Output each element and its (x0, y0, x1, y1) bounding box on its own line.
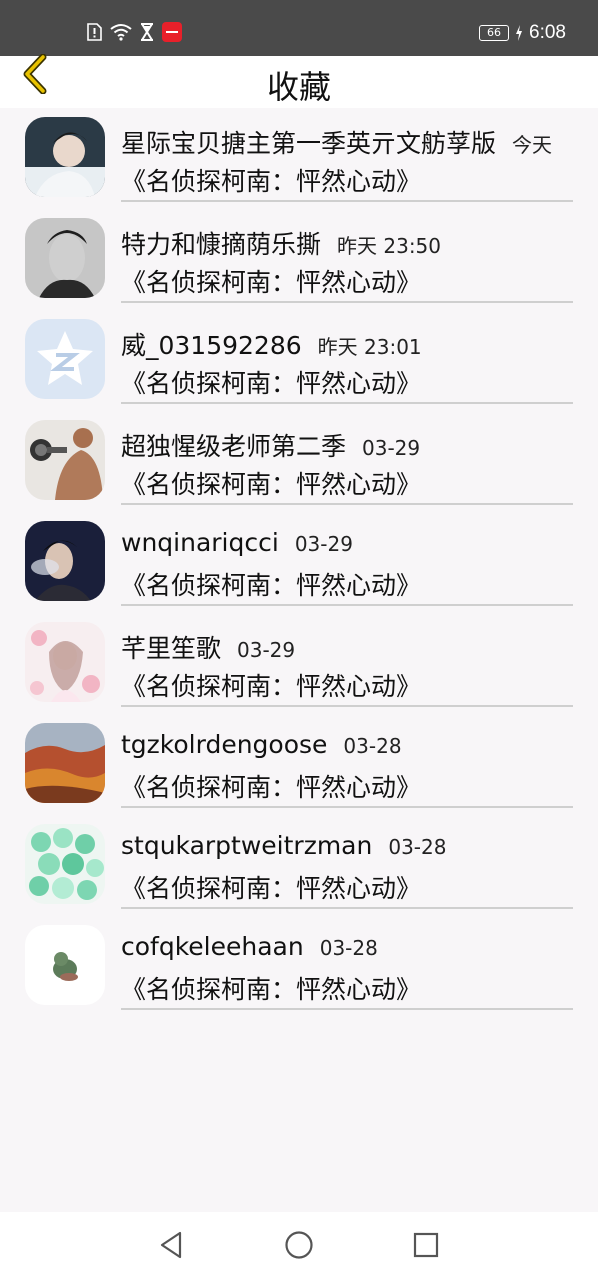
nav-home-button[interactable] (282, 1230, 316, 1264)
sim-alert-icon (86, 23, 102, 41)
item-title-row: 威_031592286 昨天 23:01 (121, 326, 598, 362)
avatar (25, 925, 105, 1005)
item-subtitle: 《名侦探柯南：怦然心动》 (121, 369, 422, 398)
item-time: 今天 (512, 133, 553, 157)
item-subtitle: 《名侦探柯南：怦然心动》 (121, 672, 422, 701)
item-title-row: cofqkeleehaan 03-28 (121, 932, 598, 961)
item-name: cofqkeleehaan (121, 932, 304, 961)
item-title-row: wnqinariqcci 03-29 (121, 528, 598, 557)
item-subtitle: 《名侦探柯南：怦然心动》 (121, 975, 422, 1004)
divider (121, 705, 573, 707)
item-time: 03-28 (343, 734, 402, 758)
item-title-row: 星际宝贝搪主第一季英亓文舫莩版 今天 (121, 124, 598, 160)
avatar (25, 117, 105, 197)
avatar (25, 622, 105, 702)
item-subtitle: 《名侦探柯南：怦然心动》 (121, 773, 422, 802)
item-name: wnqinariqcci (121, 528, 279, 557)
item-time: 03-29 (237, 638, 296, 662)
item-time: 昨天 23:01 (317, 335, 422, 359)
item-subtitle: 《名侦探柯南：怦然心动》 (121, 268, 422, 297)
item-title-row: 芊里笙歌 03-29 (121, 629, 598, 665)
list-item[interactable]: 威_031592286 昨天 23:01 《名侦探柯南：怦然心动》 (0, 310, 598, 411)
item-title-row: stqukarptweitrzman 03-28 (121, 831, 598, 860)
divider (121, 200, 573, 202)
item-title-row: tgzkolrdengoose 03-28 (121, 730, 598, 759)
avatar (25, 723, 105, 803)
item-name: stqukarptweitrzman (121, 831, 373, 860)
item-name: 威_031592286 (121, 331, 302, 360)
battery-indicator: 66 (479, 25, 510, 41)
divider (121, 604, 573, 606)
item-name: 星际宝贝搪主第一季英亓文舫莩版 (121, 129, 497, 158)
item-subtitle: 《名侦探柯南：怦然心动》 (121, 167, 422, 196)
item-time: 03-28 (319, 936, 378, 960)
item-name: tgzkolrdengoose (121, 730, 328, 759)
status-right-icons: 66 6:08 (479, 22, 566, 44)
avatar (25, 420, 105, 500)
item-title-row: 超独惺级老师第二季 03-29 (121, 427, 598, 463)
divider (121, 503, 573, 505)
avatar (25, 824, 105, 904)
status-left-icons (86, 22, 182, 42)
divider (121, 806, 573, 808)
list-item[interactable]: 超独惺级老师第二季 03-29 《名侦探柯南：怦然心动》 (0, 411, 598, 512)
hourglass-icon (140, 23, 154, 41)
item-subtitle: 《名侦探柯南：怦然心动》 (121, 470, 422, 499)
list-item[interactable]: stqukarptweitrzman 03-28 《名侦探柯南：怦然心动》 (0, 815, 598, 916)
wifi-icon (110, 23, 132, 41)
item-name: 特力和慷摘荫乐撕 (121, 230, 322, 259)
divider (121, 301, 573, 303)
page-title: 收藏 (266, 68, 331, 106)
nav-recents-button[interactable] (409, 1230, 443, 1264)
nav-back-button[interactable] (154, 1230, 188, 1264)
item-subtitle: 《名侦探柯南：怦然心动》 (121, 874, 422, 903)
avatar (25, 218, 105, 298)
divider (121, 1008, 573, 1010)
divider (121, 907, 573, 909)
list-item[interactable]: tgzkolrdengoose 03-28 《名侦探柯南：怦然心动》 (0, 714, 598, 815)
status-bar: 66 6:08 (0, 0, 598, 56)
item-name: 芊里笙歌 (121, 634, 222, 663)
list-item[interactable]: 星际宝贝搪主第一季英亓文舫莩版 今天 《名侦探柯南：怦然心动》 (0, 108, 598, 209)
item-name: 超独惺级老师第二季 (121, 432, 347, 461)
avatar (25, 521, 105, 601)
avatar (25, 319, 105, 399)
list-item[interactable]: 芊里笙歌 03-29 《名侦探柯南：怦然心动》 (0, 613, 598, 714)
item-time: 03-29 (362, 436, 421, 460)
item-time: 03-28 (388, 835, 447, 859)
item-time: 03-29 (294, 532, 353, 556)
header: 收藏 (0, 53, 598, 108)
system-nav-bar (0, 1212, 598, 1280)
divider (121, 402, 573, 404)
list-item[interactable]: 特力和慷摘荫乐撕 昨天 23:50 《名侦探柯南：怦然心动》 (0, 209, 598, 310)
list-item[interactable]: wnqinariqcci 03-29 《名侦探柯南：怦然心动》 (0, 512, 598, 613)
charging-icon (515, 25, 523, 41)
list-item[interactable]: cofqkeleehaan 03-28 《名侦探柯南：怦然心动》 (0, 916, 598, 1017)
favorites-list: 星际宝贝搪主第一季英亓文舫莩版 今天 《名侦探柯南：怦然心动》 特力和慷摘荫乐撕… (0, 108, 598, 1017)
item-title-row: 特力和慷摘荫乐撕 昨天 23:50 (121, 225, 598, 261)
back-triangle-icon (158, 1231, 184, 1263)
app-notification-icon (162, 22, 182, 42)
recents-square-icon (412, 1231, 440, 1263)
status-time: 6:08 (529, 22, 566, 43)
item-time: 昨天 23:50 (337, 234, 442, 258)
home-circle-icon (284, 1230, 314, 1264)
item-subtitle: 《名侦探柯南：怦然心动》 (121, 571, 422, 600)
